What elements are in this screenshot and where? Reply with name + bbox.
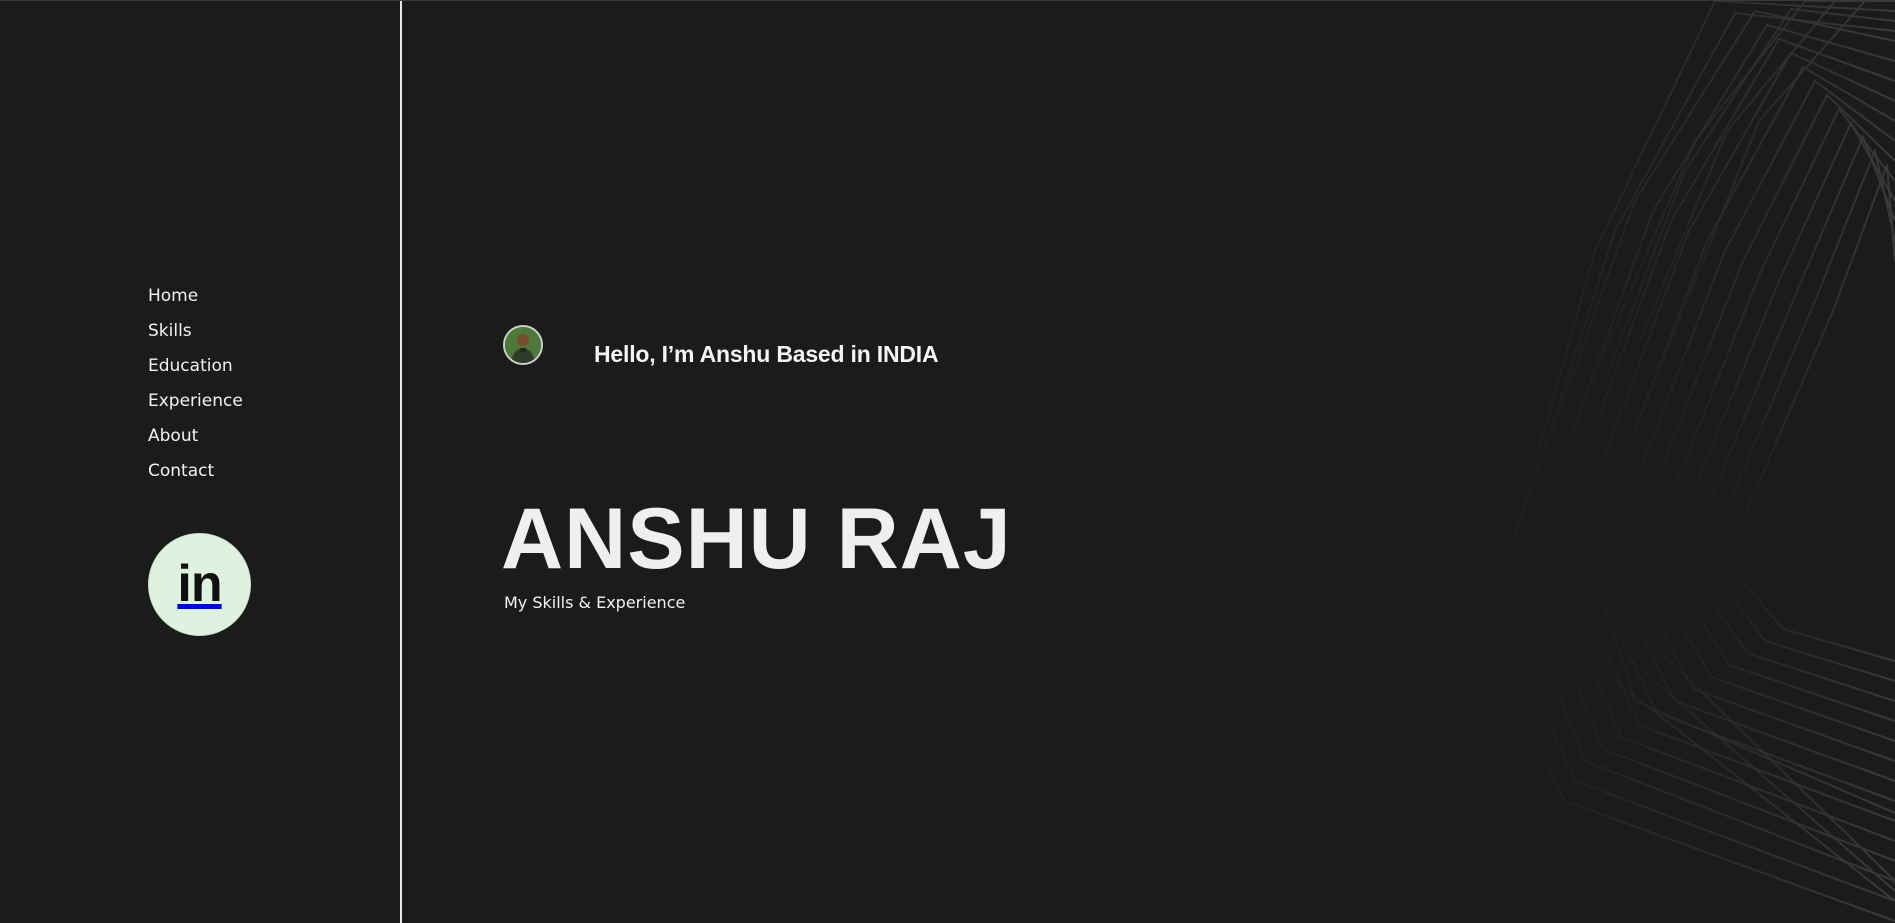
nav-link-contact[interactable]: Contact [148, 461, 214, 481]
profile-avatar [503, 325, 543, 365]
nav-link-skills[interactable]: Skills [148, 321, 192, 341]
nav-item-about: About [148, 423, 243, 458]
nav-item-home: Home [148, 283, 243, 318]
nav-link-home[interactable]: Home [148, 286, 198, 306]
nav-link-about[interactable]: About [148, 426, 198, 446]
main-nav: Home Skills Education Experience About C… [148, 283, 243, 493]
nav-link-experience[interactable]: Experience [148, 391, 243, 411]
hero-name: ANSHU RAJ [501, 491, 1012, 587]
nav-item-education: Education [148, 353, 243, 388]
sidebar: Home Skills Education Experience About C… [0, 1, 402, 923]
nav-link-education[interactable]: Education [148, 356, 233, 376]
hero-greeting: Hello, I’m Anshu Based in INDIA [594, 341, 939, 367]
background-line-pattern [1483, 1, 1895, 922]
hero-subtitle: My Skills & Experience [504, 593, 686, 612]
person-icon [505, 327, 541, 363]
linkedin-icon: in [177, 554, 222, 613]
nav-item-skills: Skills [148, 318, 243, 353]
portfolio-page: Home Skills Education Experience About C… [0, 0, 1895, 923]
linkedin-button[interactable]: in [148, 533, 251, 636]
nav-item-experience: Experience [148, 388, 243, 423]
nav-item-contact: Contact [148, 458, 243, 493]
